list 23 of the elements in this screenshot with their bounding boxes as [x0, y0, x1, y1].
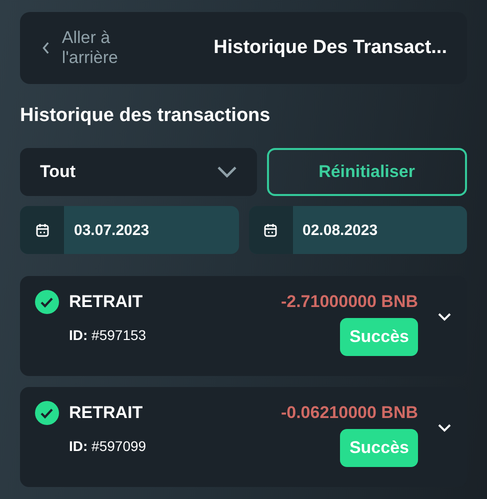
date-field[interactable]: 02.08.2023: [248, 206, 467, 254]
expand-chevron-icon[interactable]: [438, 313, 451, 321]
expand-chevron-icon[interactable]: [438, 424, 451, 432]
transaction-amount: -0.06210000 BNB: [280, 403, 418, 423]
back-button[interactable]: Aller à l'arrière: [42, 28, 157, 68]
page-title: Historique Des Transact...: [214, 37, 447, 59]
section-title: Historique des transactions: [20, 105, 272, 127]
check-circle-icon: [35, 401, 59, 425]
reset-button[interactable]: Réinitialiser: [266, 148, 467, 196]
transaction-type: RETRAIT: [69, 403, 143, 423]
status-badge: Succès: [340, 429, 418, 467]
transaction-id: ID: #597099: [69, 438, 146, 454]
calendar-icon: [264, 223, 277, 237]
status-badge: Succès: [340, 318, 418, 356]
calendar-icon: [36, 223, 48, 237]
date-field[interactable]: 03.07.2023: [20, 206, 238, 254]
transaction-amount: -2.71000000 BNB: [280, 292, 418, 312]
check-circle-icon: [35, 290, 59, 314]
transaction-type: RETRAIT: [69, 292, 143, 312]
transaction-id: ID: #597153: [69, 327, 146, 343]
back-icon: [42, 41, 50, 55]
chevron-down-icon: [216, 166, 236, 178]
filter-dropdown[interactable]: Tout: [20, 148, 256, 196]
